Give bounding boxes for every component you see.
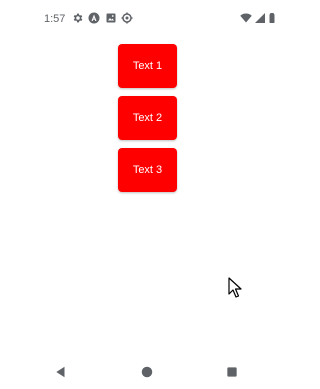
text-1-button[interactable]: Text 1 bbox=[118, 44, 177, 88]
home-icon[interactable] bbox=[140, 365, 154, 379]
status-bar: 1:57 bbox=[0, 0, 295, 36]
text-2-button[interactable]: Text 2 bbox=[118, 96, 177, 140]
cellular-signal-icon bbox=[254, 12, 266, 24]
app-screen: 1:57 Text 1 Text 2 Text 3 bbox=[0, 0, 295, 389]
button-stack: Text 1 Text 2 Text 3 bbox=[118, 44, 177, 200]
recents-icon[interactable] bbox=[225, 365, 239, 379]
debug-icon bbox=[121, 12, 133, 24]
wifi-icon bbox=[240, 12, 252, 24]
a-badge-icon bbox=[88, 12, 100, 24]
settings-icon bbox=[72, 12, 84, 24]
navigation-bar bbox=[0, 356, 295, 389]
battery-icon bbox=[266, 12, 278, 24]
photo-icon bbox=[105, 12, 117, 24]
back-icon[interactable] bbox=[54, 365, 68, 379]
text-3-button[interactable]: Text 3 bbox=[118, 148, 177, 192]
status-time: 1:57 bbox=[44, 13, 66, 25]
mouse-pointer-icon bbox=[228, 277, 244, 299]
